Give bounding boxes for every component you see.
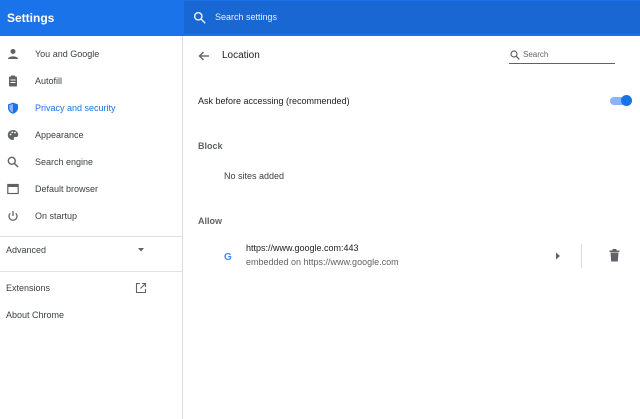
sidebar-divider (0, 271, 182, 272)
person-icon (8, 49, 18, 59)
site-embedded-on: embedded on https://www.google.com (246, 257, 399, 267)
sidebar-item-privacy-and-security[interactable]: Privacy and security (0, 98, 182, 120)
toggle-knob (621, 95, 632, 106)
sidebar-item-you-and-google[interactable]: You and Google (0, 44, 182, 66)
page-title: Location (222, 50, 260, 61)
sidebar-divider (0, 236, 182, 237)
sidebar-item-label: On startup (35, 211, 78, 221)
clipboard-icon (9, 75, 17, 87)
sidebar-advanced-toggle[interactable]: Advanced (6, 245, 46, 255)
sidebar-item-on-startup[interactable]: On startup (0, 206, 182, 228)
back-arrow-icon[interactable] (198, 50, 210, 62)
sidebar-item-appearance[interactable]: Appearance (0, 125, 182, 147)
top-bar: Settings Search settings (0, 0, 640, 36)
shield-icon (8, 102, 18, 114)
search-icon (7, 156, 19, 168)
location-search-input[interactable]: Search (523, 50, 548, 59)
search-icon (510, 50, 520, 60)
arrow-right-icon[interactable] (555, 252, 561, 260)
allowed-site-row[interactable]: G https://www.google.com:443 embedded on… (184, 239, 640, 273)
sidebar-item-label: Search engine (35, 157, 94, 167)
power-icon (8, 211, 18, 221)
site-url: https://www.google.com:443 (246, 243, 359, 253)
location-search-field[interactable]: Search (509, 48, 615, 64)
block-section-title: Block (198, 141, 223, 151)
sidebar-item-label: You and Google (35, 49, 100, 59)
google-favicon-icon: G (224, 252, 232, 263)
main-content: Location Search Ask before accessing (re… (184, 36, 640, 419)
sidebar-item-label: Autofill (35, 76, 63, 86)
sidebar: You and Google Autofill Privacy and secu… (0, 36, 183, 419)
open-in-new-icon[interactable] (135, 282, 147, 294)
sidebar-item-about-chrome[interactable]: About Chrome (6, 310, 64, 320)
ask-before-accessing-label: Ask before accessing (recommended) (198, 96, 350, 106)
palette-icon (7, 130, 19, 140)
settings-search-box[interactable]: Search settings (184, 1, 640, 34)
caret-down-icon[interactable] (137, 247, 145, 253)
sidebar-item-default-browser[interactable]: Default browser (0, 179, 182, 201)
sidebar-item-search-engine[interactable]: Search engine (0, 152, 182, 174)
block-empty-message: No sites added (224, 171, 285, 181)
allow-section-title: Allow (198, 216, 222, 226)
sidebar-item-label: Default browser (35, 184, 99, 194)
trash-icon[interactable] (609, 249, 620, 262)
app-title: Settings (7, 11, 55, 25)
sidebar-item-autofill[interactable]: Autofill (0, 71, 182, 93)
search-icon (193, 11, 206, 24)
row-separator (581, 244, 582, 268)
sidebar-item-label: Appearance (35, 130, 84, 140)
sidebar-item-label: Privacy and security (35, 103, 116, 113)
ask-before-accessing-toggle[interactable] (610, 95, 632, 106)
browser-icon (7, 183, 19, 195)
settings-search-input[interactable]: Search settings (215, 12, 277, 22)
sidebar-item-extensions[interactable]: Extensions (6, 283, 50, 293)
